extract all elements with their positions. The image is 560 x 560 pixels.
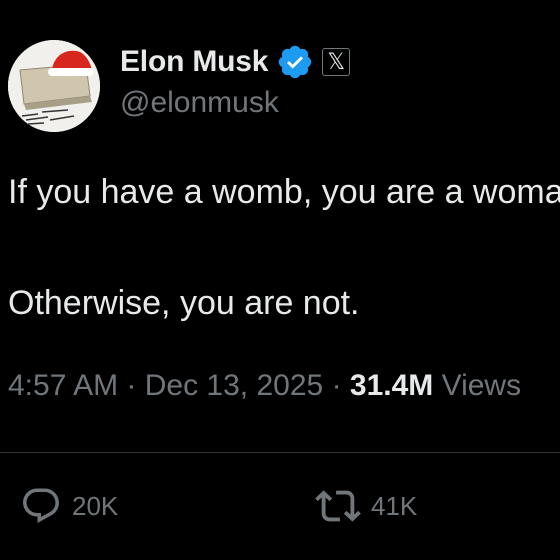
divider — [0, 452, 560, 453]
verified-badge-icon[interactable] — [276, 43, 314, 81]
name-row: Elon Musk 𝕏 — [120, 42, 351, 82]
tweet-text-line-1: If you have a womb, you are a woman. — [8, 173, 560, 211]
tweet-date[interactable]: Dec 13, 2025 — [145, 369, 323, 402]
meta-separator: · — [126, 369, 145, 402]
x-affiliation-icon[interactable]: 𝕏 — [322, 48, 351, 76]
avatar[interactable] — [8, 40, 100, 132]
meta-separator: · — [331, 369, 350, 402]
tweet-header: Elon Musk 𝕏 @elonmusk — [8, 36, 560, 136]
repost-count: 41K — [371, 490, 418, 521]
repost-icon — [315, 490, 361, 522]
repost-button[interactable]: 41K — [315, 484, 417, 528]
tweet-meta: 4:57 AM · Dec 13, 2025 · 31.4M Views — [8, 369, 560, 403]
views-count: 31.4M — [349, 369, 442, 402]
action-bar: 20K 41K — [20, 484, 560, 528]
avatar-image — [8, 40, 100, 132]
tweet-time[interactable]: 4:57 AM — [8, 369, 118, 402]
display-name[interactable]: Elon Musk — [120, 45, 268, 79]
user-handle[interactable]: @elonmusk — [120, 86, 279, 120]
reply-count: 20K — [72, 490, 119, 521]
tweet-text-line-2: Otherwise, you are not. — [8, 284, 360, 322]
reply-button[interactable]: 20K — [20, 484, 118, 528]
reply-icon — [23, 488, 59, 523]
views-label: Views — [441, 369, 522, 402]
